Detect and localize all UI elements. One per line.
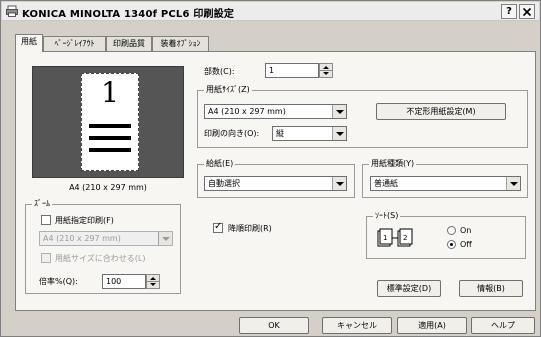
paper-source-value: 自動選択 <box>208 179 240 188</box>
window-title: KONICA MINOLTA 1340f PCL6 印刷設定 <box>22 9 235 20</box>
preview-text-line <box>89 124 131 128</box>
tab-print-quality[interactable]: 印刷品質 <box>106 36 152 51</box>
close-icon <box>522 7 532 17</box>
zoom-group-label: ｽﾞｰﾑ <box>32 198 52 209</box>
orientation-label: 印刷の向き(O): <box>204 129 260 138</box>
help-button[interactable]: ? <box>501 4 517 19</box>
print-settings-dialog: KONICA MINOLTA 1340f PCL6 印刷設定 ? 用紙 ﾍﾟｰｼ… <box>0 0 541 337</box>
collate-pages-icon: 1 2 <box>377 228 413 247</box>
sort-group-label: ｿｰﾄ(S) <box>373 210 401 221</box>
info-button[interactable]: 情報(B) <box>459 280 523 297</box>
orientation-select[interactable]: 縦 <box>272 126 347 141</box>
paper-type-value: 普通紙 <box>374 179 398 188</box>
title-bar[interactable]: KONICA MINOLTA 1340f PCL6 印刷設定 ? <box>2 2 539 21</box>
defaults-button[interactable]: 標準設定(D) <box>377 280 441 297</box>
zoom-paper-size-value: A4 (210 x 297 mm) <box>43 234 121 243</box>
chevron-down-icon <box>506 177 520 190</box>
zoom-paper-size-select[interactable]: A4 (210 x 297 mm) <box>39 231 173 246</box>
help-dialog-button[interactable]: ヘルプ <box>471 317 535 334</box>
copies-label: 部数(C): <box>204 67 235 76</box>
tab-installed-options[interactable]: 装着ｵﾌﾟｼｮﾝ <box>152 36 209 51</box>
fit-to-paper-checkbox[interactable] <box>41 253 51 263</box>
paper-type-group-label: 用紙種類(Y) <box>369 158 417 169</box>
chevron-down-icon <box>332 105 346 118</box>
tab-paper[interactable]: 用紙 <box>15 34 43 52</box>
copies-spinner[interactable] <box>319 63 333 78</box>
fit-to-paper-label: 用紙サイズに合わせる(L) <box>55 254 146 263</box>
zoom-percent-input[interactable]: 100 <box>102 274 146 289</box>
tab-page-layout[interactable]: ﾍﾟｰｼﾞﾚｲｱｳﾄ <box>43 36 106 51</box>
reverse-print-label: 降順印刷(R) <box>228 224 272 233</box>
zoom-percent-label: 倍率%(Q): <box>39 277 78 286</box>
preview-page: 1 <box>81 73 139 171</box>
page-preview: 1 <box>32 66 184 178</box>
close-button[interactable] <box>519 4 535 19</box>
printer-icon <box>6 5 18 17</box>
paper-source-select[interactable]: 自動選択 <box>204 176 347 191</box>
svg-text:2: 2 <box>403 234 407 242</box>
reverse-print-checkbox[interactable] <box>213 221 223 233</box>
preview-text-line <box>89 136 131 140</box>
paper-size-value: A4 (210 x 297 mm) <box>208 107 286 116</box>
chevron-down-icon <box>332 177 346 190</box>
paper-source-group-label: 給紙(E) <box>204 158 236 169</box>
sort-off-radio[interactable] <box>447 240 456 249</box>
sort-off-label: Off <box>460 240 472 249</box>
sort-on-radio[interactable] <box>447 226 456 235</box>
paper-tab-panel: 1 A4 (210 x 297 mm) ｽﾞｰﾑ 用紙指定印刷(F) A4 (2… <box>15 51 536 311</box>
preview-page-number: 1 <box>101 76 119 109</box>
paper-size-select[interactable]: A4 (210 x 297 mm) <box>204 104 347 119</box>
chevron-down-icon <box>332 127 346 140</box>
svg-text:1: 1 <box>383 234 387 242</box>
paper-type-select[interactable]: 普通紙 <box>370 176 521 191</box>
paper-specified-checkbox[interactable] <box>41 215 51 225</box>
chevron-down-icon <box>158 232 172 245</box>
copies-input[interactable]: 1 <box>265 63 319 78</box>
orientation-value: 縦 <box>276 129 284 138</box>
paper-specified-label: 用紙指定印刷(F) <box>55 216 114 225</box>
apply-button[interactable]: 適用(A) <box>397 317 467 334</box>
sort-on-label: On <box>460 226 472 235</box>
paper-size-group-label: 用紙ｻｲｽﾞ(Z) <box>204 84 252 95</box>
preview-size-caption: A4 (210 x 297 mm) <box>69 183 147 192</box>
custom-paper-button[interactable]: 不定形用紙設定(M) <box>376 103 506 120</box>
cancel-button[interactable]: キャンセル <box>322 317 392 334</box>
ok-button[interactable]: OK <box>239 317 309 334</box>
preview-text-line <box>89 148 131 152</box>
zoom-percent-spinner[interactable] <box>146 274 160 289</box>
